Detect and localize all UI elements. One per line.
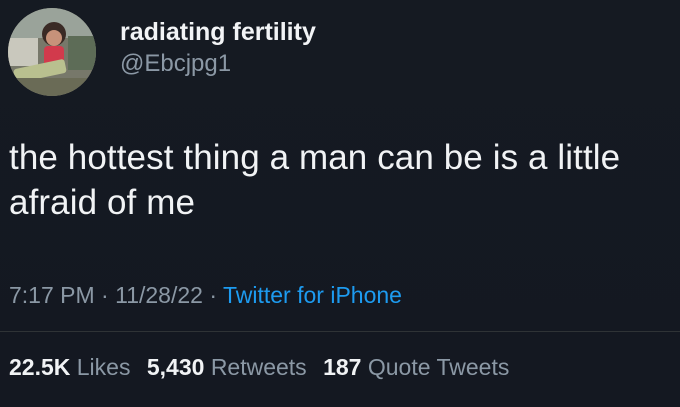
tweet-stats: 22.5K Likes 5,430 Retweets 187 Quote Twe… bbox=[9, 352, 519, 382]
display-name[interactable]: radiating fertility bbox=[120, 17, 316, 47]
user-names: radiating fertility @Ebcjpg1 bbox=[120, 17, 316, 81]
divider bbox=[0, 331, 680, 332]
tweet-time[interactable]: 7:17 PM bbox=[9, 282, 95, 308]
likes-stat[interactable]: 22.5K Likes bbox=[9, 354, 130, 380]
meta-separator: · bbox=[209, 282, 217, 308]
quotes-count: 187 bbox=[323, 354, 362, 380]
tweet-meta: 7:17 PM · 11/28/22 · Twitter for iPhone bbox=[9, 280, 402, 310]
tweet-source[interactable]: Twitter for iPhone bbox=[223, 282, 402, 308]
meta-separator: · bbox=[101, 282, 109, 308]
user-handle[interactable]: @Ebcjpg1 bbox=[120, 47, 316, 81]
retweets-count: 5,430 bbox=[146, 354, 205, 380]
tweet-text: the hottest thing a man can be is a litt… bbox=[9, 138, 621, 222]
likes-label: Likes bbox=[76, 354, 131, 380]
avatar[interactable] bbox=[8, 8, 96, 96]
likes-count: 22.5K bbox=[9, 354, 71, 380]
retweets-stat[interactable]: 5,430 Retweets bbox=[147, 354, 307, 380]
quote-tweets-stat[interactable]: 187 Quote Tweets bbox=[323, 354, 509, 380]
tweet-header: radiating fertility @Ebcjpg1 bbox=[8, 8, 316, 96]
retweets-label: Retweets bbox=[210, 354, 307, 380]
tweet-date[interactable]: 11/28/22 bbox=[115, 282, 203, 308]
quotes-label: Quote Tweets bbox=[367, 354, 510, 380]
tweet-card: radiating fertility @Ebcjpg1 the hottest… bbox=[0, 0, 680, 407]
